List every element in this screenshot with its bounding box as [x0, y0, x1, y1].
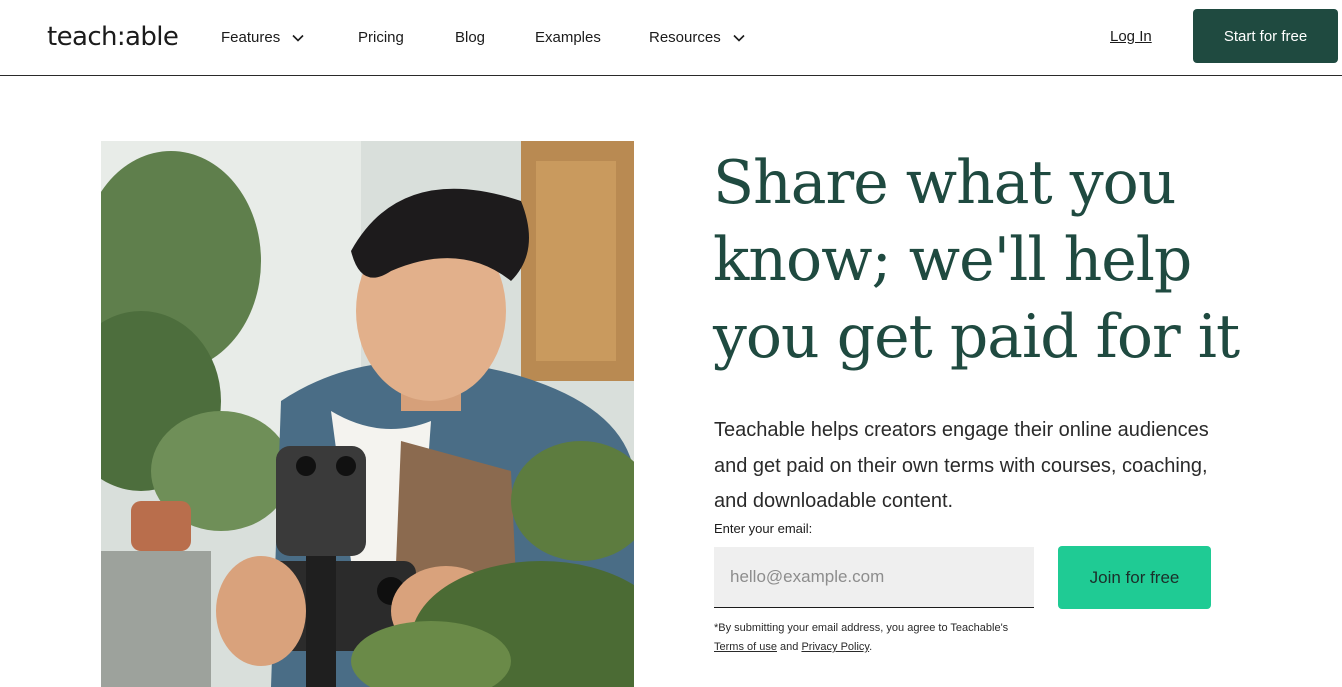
chevron-down-icon: [733, 34, 745, 42]
hero-headline: Share what you know; we'll help you get …: [713, 145, 1273, 376]
photo-man-filming-plants-icon: [101, 141, 634, 687]
join-for-free-button[interactable]: Join for free: [1058, 546, 1211, 609]
start-for-free-button[interactable]: Start for free: [1193, 9, 1338, 63]
nav-resources-label: Resources: [649, 29, 721, 46]
legal-prefix: *By submitting your email address, you a…: [714, 622, 1009, 634]
email-input[interactable]: [714, 547, 1034, 608]
nav-blog-label: Blog: [455, 29, 486, 46]
privacy-policy-link[interactable]: Privacy Policy: [801, 641, 869, 653]
nav-features[interactable]: Features: [221, 29, 304, 46]
chevron-down-icon: [292, 34, 304, 42]
nav-blog[interactable]: Blog: [455, 29, 485, 46]
legal-and: and: [780, 641, 799, 653]
nav-resources[interactable]: Resources: [649, 29, 745, 46]
hero-photo: [101, 141, 634, 687]
nav-examples-label: Examples: [535, 29, 601, 46]
terms-of-use-link[interactable]: Terms of use: [714, 641, 777, 653]
teachable-logo[interactable]: teach:able: [47, 22, 179, 52]
email-label: Enter your email:: [714, 521, 813, 536]
nav-examples[interactable]: Examples: [535, 29, 601, 46]
legal-disclaimer: *By submitting your email address, you a…: [714, 619, 1014, 657]
headline-line: know; we'll help: [713, 225, 1192, 295]
legal-suffix: .: [869, 641, 873, 653]
nav-pricing-label: Pricing: [358, 29, 404, 46]
top-navbar: teach:able Features Pricing Blog Example…: [0, 0, 1342, 76]
nav-features-label: Features: [221, 29, 281, 46]
headline-line: Share what you: [713, 148, 1176, 218]
nav-pricing[interactable]: Pricing: [358, 29, 404, 46]
hero-subtext: Teachable helps creators engage their on…: [714, 419, 1209, 512]
headline-line: you get paid for it: [713, 302, 1240, 372]
login-link[interactable]: Log In: [1110, 28, 1152, 45]
